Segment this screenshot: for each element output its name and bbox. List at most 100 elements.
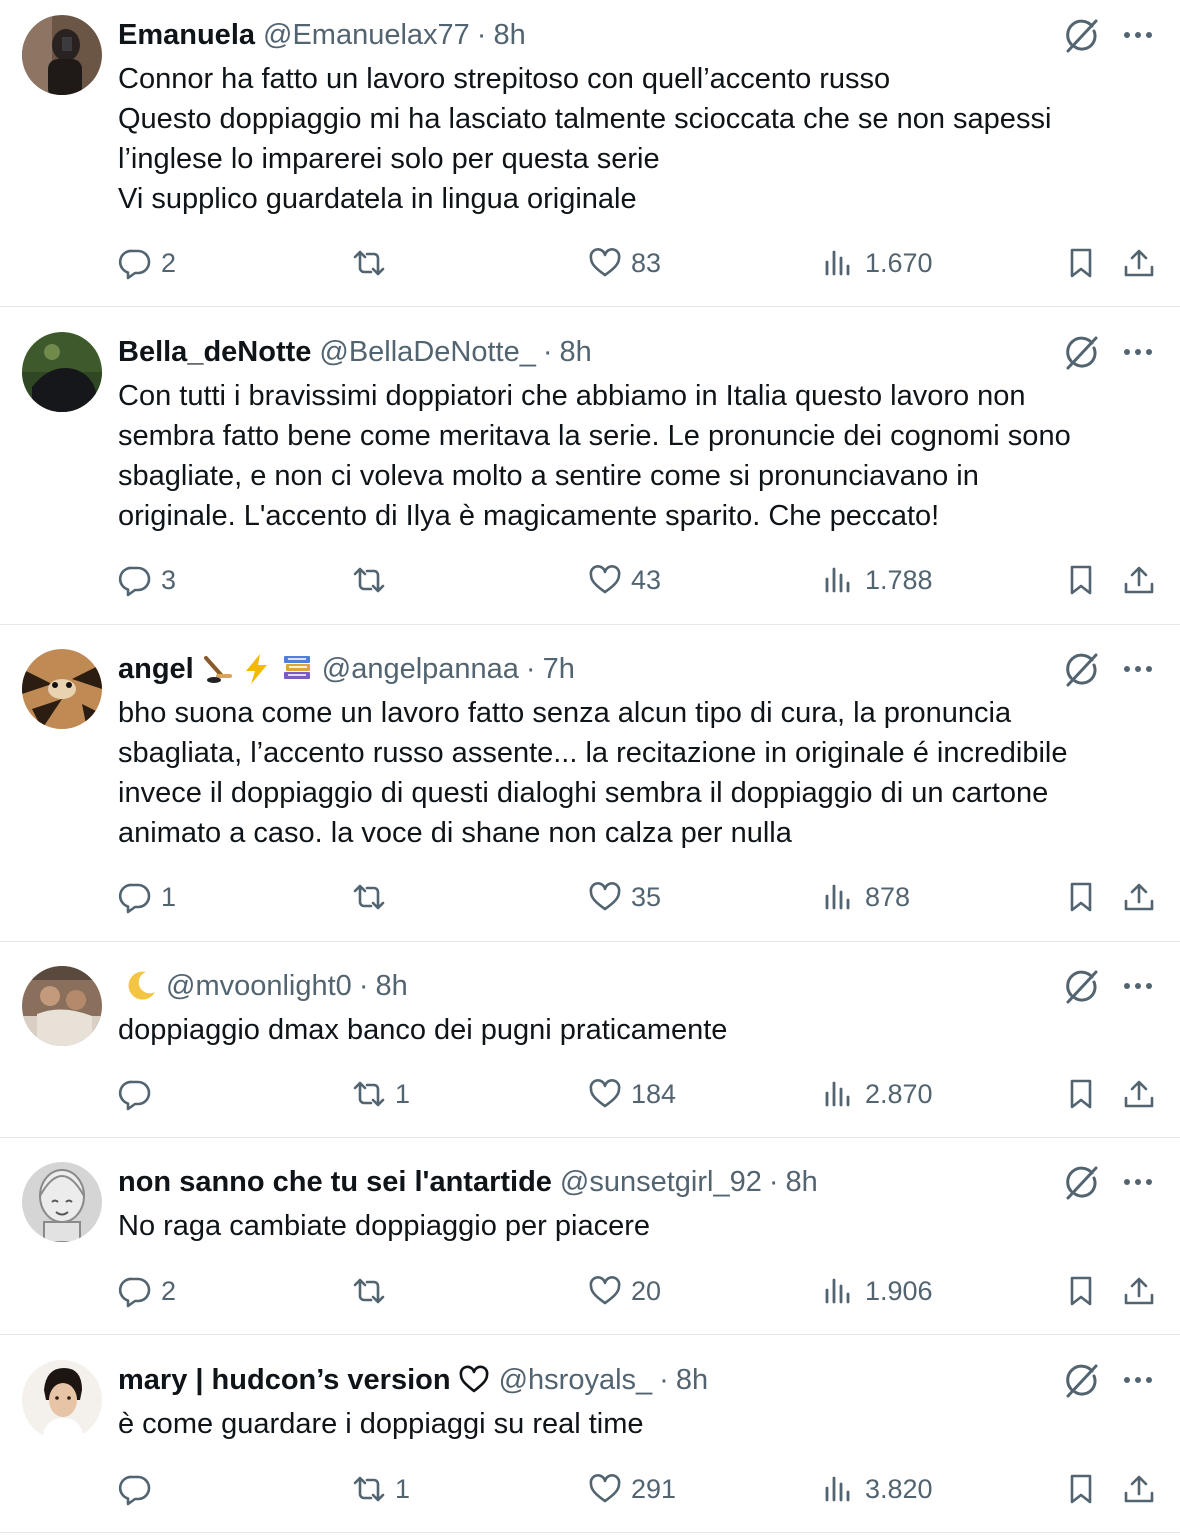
views-button[interactable]: 2.870 [822,1074,933,1114]
reply-button[interactable]: 1 [118,877,176,917]
author-handle[interactable]: @Emanuelax77 [263,15,470,55]
reply-button[interactable] [118,1469,161,1509]
views-button[interactable]: 1.788 [822,560,933,600]
share-button[interactable] [1122,1271,1156,1311]
like-button[interactable]: 43 [588,560,661,600]
retweet-button[interactable] [352,877,395,917]
views-button[interactable]: 1.906 [822,1271,933,1311]
timestamp[interactable]: 8h [786,1162,818,1202]
grok-icon[interactable] [1062,968,1100,1006]
grok-icon[interactable] [1062,1164,1100,1202]
author-handle[interactable]: @mvoonlight0 [166,966,352,1006]
bookmark-button[interactable] [1064,560,1098,600]
tweet-text-line: Con tutti i bravissimi doppiatori che ab… [118,380,1026,412]
reply-button[interactable] [118,1074,161,1114]
author-handle[interactable]: @hsroyals_ [499,1360,653,1400]
tweet-text: è come guardare i doppiaggi su real time [118,1404,1156,1444]
reply-tweet[interactable]: @mvoonlight0 · 8h doppiaggio dmax banco … [0,942,1180,1138]
share-icon [1122,246,1156,280]
author-handle[interactable]: @sunsetgirl_92 [560,1162,762,1202]
tweet-header: @mvoonlight0 · 8h [118,966,1156,1006]
share-button[interactable] [1122,243,1156,283]
bookmark-button[interactable] [1064,1271,1098,1311]
grok-icon[interactable] [1062,651,1100,689]
timestamp[interactable]: 8h [676,1360,708,1400]
grok-icon[interactable] [1062,334,1100,372]
reply-icon [118,1274,152,1308]
like-button[interactable]: 83 [588,243,661,283]
retweet-button[interactable] [352,243,395,283]
author-name[interactable]: Bella_deNotte [118,332,311,372]
retweet-icon [352,1472,386,1506]
retweet-button[interactable] [352,560,395,600]
reply-button[interactable]: 2 [118,1271,176,1311]
views-button[interactable]: 3.820 [822,1469,933,1509]
more-options-icon[interactable] [1120,1164,1156,1200]
retweet-button[interactable]: 1 [352,1074,410,1114]
share-icon [1122,1077,1156,1111]
hockey-emoji [200,652,234,686]
grok-icon[interactable] [1062,17,1100,55]
more-options-icon[interactable] [1120,968,1156,1004]
grok-icon[interactable] [1062,1362,1100,1400]
avatar[interactable] [22,649,102,729]
avatar[interactable] [22,15,102,95]
share-button[interactable] [1122,560,1156,600]
retweet-button[interactable]: 1 [352,1469,410,1509]
share-icon [1122,1274,1156,1308]
bookmark-icon [1064,880,1098,914]
reply-icon [118,563,152,597]
tweet-actions: 1 35 878 [118,877,1156,917]
more-options-icon[interactable] [1120,1362,1156,1398]
avatar[interactable] [22,1162,102,1242]
avatar[interactable] [22,966,102,1046]
more-options-icon[interactable] [1120,651,1156,687]
heart-outline-emoji [457,1363,491,1397]
tweet-text: bho suona come un lavoro fatto senza alc… [118,693,1156,853]
views-button[interactable]: 1.670 [822,243,933,283]
bookmark-button[interactable] [1064,243,1098,283]
avatar[interactable] [22,332,102,412]
share-button[interactable] [1122,877,1156,917]
like-button[interactable]: 291 [588,1469,676,1509]
author-handle[interactable]: @angelpannaa [322,649,519,689]
tweet-content: angel @angelpannaa · 7h bho suona come u… [118,649,1156,853]
timestamp[interactable]: 8h [560,332,592,372]
like-button[interactable]: 20 [588,1271,661,1311]
reply-button[interactable]: 3 [118,560,176,600]
timestamp[interactable]: 7h [543,649,575,689]
reply-button[interactable]: 2 [118,243,176,283]
timestamp[interactable]: 8h [375,966,407,1006]
bookmark-icon [1064,1077,1098,1111]
views-button[interactable]: 878 [822,877,910,917]
author-name[interactable]: non sanno che tu sei l'antartide [118,1162,552,1202]
bookmark-button[interactable] [1064,1469,1098,1509]
author-name[interactable]: Emanuela [118,15,255,55]
author-handle[interactable]: @BellaDeNotte_ [319,332,535,372]
avatar[interactable] [22,1360,102,1440]
share-button[interactable] [1122,1469,1156,1509]
reply-tweet[interactable]: Emanuela @Emanuelax77 · 8h Connor ha fat… [0,0,1180,307]
retweet-icon [352,563,386,597]
view-count: 1.670 [865,247,933,278]
author-name[interactable]: angel [118,649,194,689]
reply-tweet[interactable]: Bella_deNotte @BellaDeNotte_ · 8h Con tu… [0,307,1180,625]
view-count: 878 [865,881,911,912]
reply-tweet[interactable]: non sanno che tu sei l'antartide @sunset… [0,1138,1180,1335]
view-count: 3.820 [865,1473,933,1504]
like-button[interactable]: 184 [588,1074,676,1114]
reply-tweet[interactable]: mary | hudcon’s version @hsroyals_ · 8h … [0,1335,1180,1533]
retweet-button[interactable] [352,1271,395,1311]
more-options-icon[interactable] [1120,17,1156,53]
share-button[interactable] [1122,1074,1156,1114]
timestamp[interactable]: 8h [493,15,525,55]
bookmark-button[interactable] [1064,1074,1098,1114]
bookmark-button[interactable] [1064,877,1098,917]
like-button[interactable]: 35 [588,877,661,917]
author-name[interactable]: mary | hudcon’s version [118,1360,451,1400]
like-count: 291 [631,1473,677,1504]
retweet-icon [352,1274,386,1308]
more-options-icon[interactable] [1120,334,1156,370]
tweet-content: @mvoonlight0 · 8h doppiaggio dmax banco … [118,966,1156,1050]
reply-tweet[interactable]: angel @angelpannaa · 7h bho suona come u… [0,625,1180,942]
